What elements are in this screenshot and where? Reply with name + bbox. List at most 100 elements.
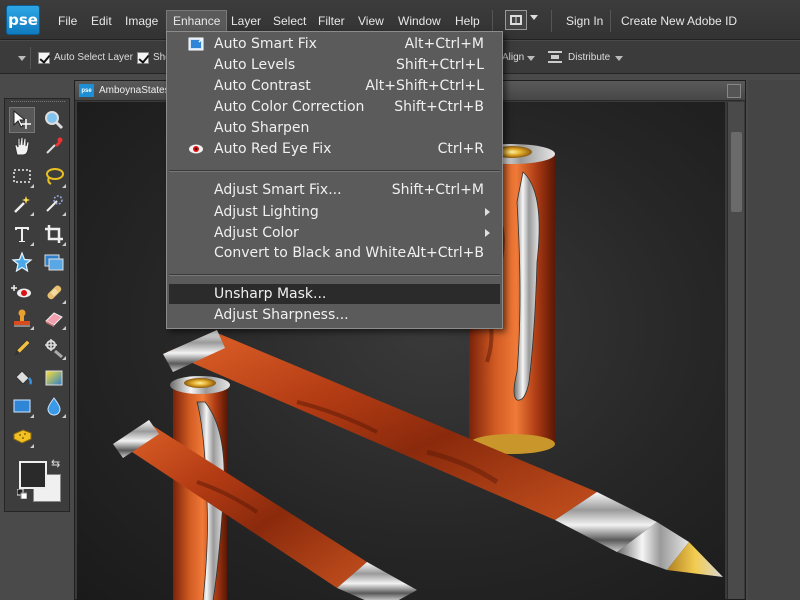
eyedropper-icon [46,137,63,154]
recompose-icon [44,254,64,271]
magic-wand-tool[interactable] [9,191,35,217]
zoom-tool[interactable] [41,107,67,133]
foreground-color-swatch[interactable] [19,461,47,489]
eraser-tool[interactable] [41,305,67,331]
submenu-arrow-icon [485,229,490,237]
show-bounding-box-checkbox[interactable] [137,52,149,64]
scrollbar-thumb[interactable] [731,132,742,212]
document-badge: pse [79,84,94,97]
menu-item-auto-color-correction[interactable]: Auto Color Correction Shift+Ctrl+B [169,97,500,117]
tools-panel: ⇆ [4,98,70,512]
panel-grip[interactable] [11,101,65,104]
menu-file[interactable]: File [52,10,83,32]
align-chevron-icon[interactable] [527,56,535,61]
menu-image[interactable]: Image [119,10,164,32]
distribute-icon [548,51,562,63]
enhance-dropdown-menu: Auto Smart Fix Alt+Ctrl+M Auto Levels Sh… [166,31,503,329]
submenu-arrow-icon [485,208,490,216]
menu-item-shortcut: Alt+Ctrl+B [407,245,484,261]
distribute-label[interactable]: Distribute [568,52,610,63]
type-tool[interactable] [9,221,35,247]
marquee-tool[interactable] [9,163,35,189]
tool-preset-chevron-icon[interactable] [18,56,26,61]
move-tool[interactable] [9,107,35,133]
auto-select-layer-checkbox[interactable] [38,52,50,64]
lying-pen-front [113,420,417,600]
menu-item-label: Auto Color Correction [214,99,365,115]
menu-item-label: Adjust Smart Fix... [214,182,342,198]
menu-item-adjust-lighting[interactable]: Adjust Lighting [169,202,500,222]
pencil-icon [14,339,31,356]
chevron-down-icon[interactable] [530,15,538,20]
star-shape-icon [11,251,33,273]
menu-select[interactable]: Select [267,10,312,32]
healing-brush-tool[interactable] [41,279,67,305]
distribute-chevron-icon[interactable] [615,56,623,61]
blur-tool[interactable] [41,393,67,419]
menu-window[interactable]: Window [392,10,447,32]
menu-item-shortcut: Alt+Shift+Ctrl+L [365,78,484,94]
paint-bucket-tool[interactable] [9,365,35,391]
menu-filter[interactable]: Filter [312,10,351,32]
quick-selection-tool[interactable] [41,191,67,217]
clone-stamp-tool[interactable] [9,305,35,331]
menu-item-shortcut: Shift+Ctrl+M [391,182,484,198]
menu-item-convert-to-black-and-white[interactable]: Convert to Black and White... Alt+Ctrl+B [169,243,500,263]
sign-in-link[interactable]: Sign In [566,14,603,28]
app-logo: pse [6,5,40,35]
menu-view[interactable]: View [352,10,390,32]
menu-item-label: Auto Levels [214,57,296,73]
menu-layer[interactable]: Layer [225,10,267,32]
sponge-tool[interactable] [9,423,35,449]
menu-item-auto-sharpen[interactable]: Auto Sharpen [169,118,500,138]
hand-tool[interactable] [9,133,35,159]
menu-item-auto-red-eye-fix[interactable]: Auto Red Eye Fix Ctrl+R [169,139,500,159]
swap-colors-icon[interactable]: ⇆ [51,457,60,470]
menu-item-unsharp-mask[interactable]: Unsharp Mask... [169,284,500,304]
auto-select-layer-label: Auto Select Layer [54,52,133,63]
move-icon [13,109,31,129]
gradient-tool[interactable] [41,365,67,391]
document-window-button[interactable] [727,84,741,98]
menu-item-label: Convert to Black and White... [214,245,420,261]
menu-item-auto-smart-fix[interactable]: Auto Smart Fix Alt+Ctrl+M [169,34,500,54]
smart-brush-tool[interactable] [41,335,67,361]
arrange-windows-button[interactable] [505,10,527,30]
paint-bucket-icon [15,370,33,385]
menu-edit[interactable]: Edit [85,10,118,32]
menu-separator [169,170,500,172]
red-eye-removal-tool[interactable] [9,279,35,305]
menu-item-auto-levels[interactable]: Auto Levels Shift+Ctrl+L [169,55,500,75]
shape-tool[interactable] [9,393,35,419]
gradient-icon [45,370,63,386]
cookie-cutter-tool[interactable] [9,249,35,275]
eyedropper-tool[interactable] [41,133,67,159]
hand-icon [14,136,30,156]
menu-item-label: Adjust Lighting [214,204,319,220]
menu-item-auto-contrast[interactable]: Auto Contrast Alt+Shift+Ctrl+L [169,76,500,96]
vertical-scrollbar[interactable] [727,102,744,599]
create-adobe-id-link[interactable]: Create New Adobe ID [621,14,737,28]
menu-separator [169,274,500,276]
menu-item-adjust-smart-fix[interactable]: Adjust Smart Fix... Shift+Ctrl+M [169,180,500,200]
menu-item-shortcut: Alt+Ctrl+M [404,36,484,52]
align-label[interactable]: Align [502,52,524,63]
pencil-tool[interactable] [9,335,35,361]
auto-smart-fix-icon [188,37,204,51]
recompose-tool[interactable] [41,249,67,275]
menu-enhance[interactable]: Enhance [166,10,228,32]
menu-item-label: Adjust Color [214,225,299,241]
menubar-divider [551,10,552,32]
red-eye-icon [11,285,31,298]
menu-item-adjust-sharpness[interactable]: Adjust Sharpness... [169,305,500,325]
lasso-tool[interactable] [41,163,67,189]
menu-item-label: Unsharp Mask... [214,286,327,302]
menu-item-shortcut: Ctrl+R [437,141,484,157]
menu-help[interactable]: Help [449,10,486,32]
zoom-icon [45,111,64,130]
menu-item-label: Auto Red Eye Fix [214,141,332,157]
menu-item-adjust-color[interactable]: Adjust Color [169,223,500,243]
menu-item-label: Adjust Sharpness... [214,307,349,323]
default-colors-icon[interactable] [17,489,27,499]
crop-tool[interactable] [41,221,67,247]
